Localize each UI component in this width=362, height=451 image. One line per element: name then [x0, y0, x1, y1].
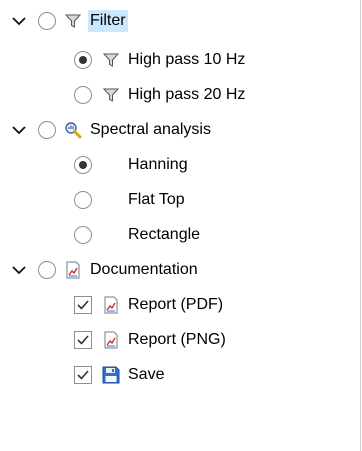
tree-node-save[interactable]: Save: [0, 360, 360, 390]
tree-node-hanning[interactable]: Hanning: [0, 150, 360, 180]
rectangle-radio[interactable]: [74, 226, 92, 244]
tree-node-high-pass-10[interactable]: High pass 10 Hz: [0, 45, 360, 75]
floppy-disk-icon: [102, 366, 120, 384]
hanning-label[interactable]: Hanning: [126, 154, 190, 176]
high-pass-10-label[interactable]: High pass 10 Hz: [126, 49, 247, 71]
spectral-analysis-label[interactable]: Spectral analysis: [88, 119, 213, 141]
chevron-down-icon[interactable]: [10, 121, 28, 139]
funnel-icon: [102, 86, 120, 104]
spectral-analysis-radio[interactable]: [38, 121, 56, 139]
filter-radio[interactable]: [38, 12, 56, 30]
filter-label[interactable]: Filter: [88, 10, 128, 32]
chevron-down-icon[interactable]: [10, 261, 28, 279]
tree-view[interactable]: Filter High pass 10 Hz High pass 20 Hz S…: [0, 0, 361, 451]
tree-node-filter[interactable]: Filter: [0, 6, 360, 36]
magnifier-chart-icon: [64, 121, 82, 139]
tree-node-rectangle[interactable]: Rectangle: [0, 220, 360, 250]
documentation-radio[interactable]: [38, 261, 56, 279]
chevron-down-icon[interactable]: [10, 12, 28, 30]
save-checkbox[interactable]: [74, 366, 92, 384]
high-pass-10-radio[interactable]: [74, 51, 92, 69]
tree-node-spectral-analysis[interactable]: Spectral analysis: [0, 115, 360, 145]
report-pdf-checkbox[interactable]: [74, 296, 92, 314]
tree-node-report-png[interactable]: Report (PNG): [0, 325, 360, 355]
rectangle-label[interactable]: Rectangle: [126, 224, 202, 246]
report-chart-icon: [102, 296, 120, 314]
tree-node-report-pdf[interactable]: Report (PDF): [0, 290, 360, 320]
save-label[interactable]: Save: [126, 364, 166, 386]
report-png-checkbox[interactable]: [74, 331, 92, 349]
funnel-icon: [64, 12, 82, 30]
report-png-label[interactable]: Report (PNG): [126, 329, 228, 351]
tree-node-flat-top[interactable]: Flat Top: [0, 185, 360, 215]
documentation-label[interactable]: Documentation: [88, 259, 200, 281]
report-chart-icon: [64, 261, 82, 279]
report-chart-icon: [102, 331, 120, 349]
high-pass-20-radio[interactable]: [74, 86, 92, 104]
high-pass-20-label[interactable]: High pass 20 Hz: [126, 84, 247, 106]
flat-top-label[interactable]: Flat Top: [126, 189, 187, 211]
funnel-icon: [102, 51, 120, 69]
tree-node-high-pass-20[interactable]: High pass 20 Hz: [0, 80, 360, 110]
hanning-radio[interactable]: [74, 156, 92, 174]
report-pdf-label[interactable]: Report (PDF): [126, 294, 225, 316]
tree-node-documentation[interactable]: Documentation: [0, 255, 360, 285]
flat-top-radio[interactable]: [74, 191, 92, 209]
